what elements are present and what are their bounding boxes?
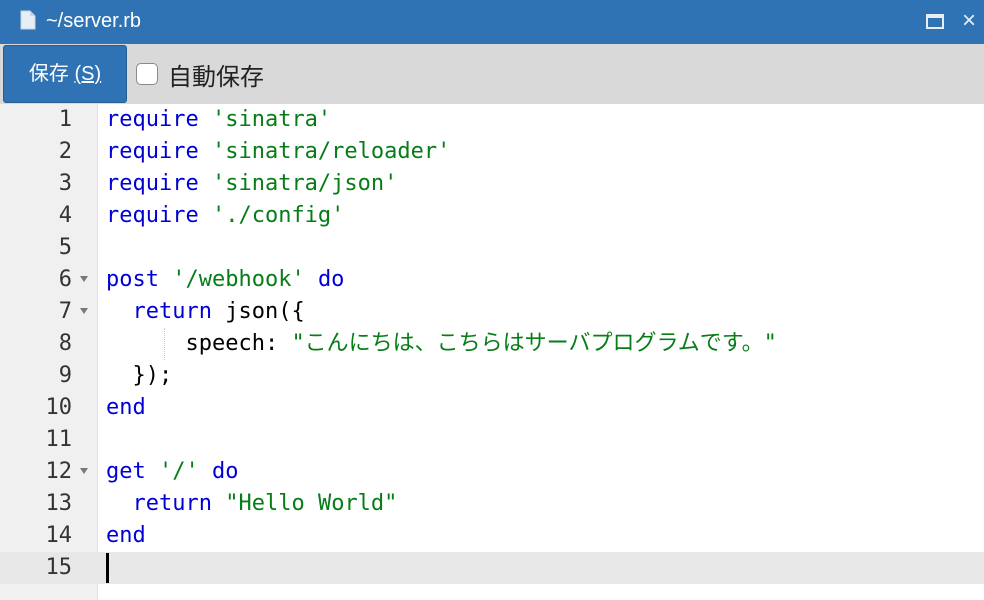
line-number: 11 — [45, 427, 73, 452]
string-token: 'sinatra/reloader' — [211, 139, 451, 164]
code-line[interactable]: 3 require 'sinatra/json' — [0, 168, 984, 200]
code-line[interactable]: 6 post '/webhook' do — [0, 264, 984, 296]
code-text: speech: "こんにちは、こちらはサーバプログラムです。" — [106, 328, 777, 360]
close-icon[interactable]: × — [958, 9, 980, 33]
code-text: require 'sinatra' — [106, 104, 331, 136]
code-text: post '/webhook' do — [106, 264, 344, 296]
code-line[interactable]: 4 require './config' — [0, 200, 984, 232]
keyword-token: end — [106, 523, 146, 548]
keyword-token: require — [106, 107, 199, 132]
code-text: end — [106, 392, 146, 424]
save-button-label: 保存 — [28, 63, 75, 85]
line-number: 5 — [58, 235, 72, 260]
code-line[interactable]: 14 end — [0, 520, 984, 552]
string-token: 'sinatra/json' — [211, 171, 398, 196]
code-line[interactable]: 12 get '/' do — [0, 456, 984, 488]
plain-token: json({ — [211, 299, 305, 324]
fold-arrow-icon[interactable] — [80, 308, 88, 314]
code-line[interactable]: 10 end — [0, 392, 984, 424]
keyword-token: return — [132, 491, 212, 516]
active-code-line[interactable]: 15 — [0, 552, 984, 584]
code-text: get '/' do — [106, 456, 239, 488]
keyword-token: require — [106, 171, 199, 196]
code-line[interactable]: 2 require 'sinatra/reloader' — [0, 136, 984, 168]
line-number: 1 — [58, 107, 72, 132]
string-token: '/' — [159, 459, 199, 484]
line-number: 7 — [58, 299, 72, 324]
code-text: require 'sinatra/json' — [106, 168, 397, 200]
string-token: '/webhook' — [172, 267, 305, 292]
fold-arrow-icon[interactable] — [80, 468, 88, 474]
code-line[interactable]: 8 speech: "こんにちは、こちらはサーバプログラムです。" — [0, 328, 984, 360]
string-token: './config' — [211, 203, 345, 228]
autosave-toggle[interactable]: 自動保存 — [136, 58, 264, 91]
text-cursor — [106, 553, 109, 583]
keyword-token: return — [132, 299, 212, 324]
autosave-label: 自動保存 — [168, 63, 264, 91]
code-text: }); — [106, 360, 172, 392]
save-button[interactable]: 保存 (S) — [3, 45, 127, 103]
keyword-token: end — [106, 395, 146, 420]
code-text: end — [106, 520, 146, 552]
line-number: 6 — [58, 267, 72, 292]
code-line[interactable]: 11 — [0, 424, 984, 456]
code-text: require './config' — [106, 200, 344, 232]
indent-guide — [164, 328, 165, 360]
line-number: 14 — [45, 523, 73, 548]
line-number: 9 — [58, 363, 72, 388]
code-text: return "Hello World" — [106, 488, 398, 520]
keyword-token: post — [106, 267, 159, 292]
fold-arrow-icon[interactable] — [80, 276, 88, 282]
line-number: 4 — [58, 203, 72, 228]
string-token: "こんにちは、こちらはサーバプログラムです。" — [291, 331, 777, 356]
keyword-token: require — [106, 203, 199, 228]
line-number: 15 — [45, 555, 73, 580]
line-number: 13 — [45, 491, 73, 516]
line-number: 12 — [45, 459, 73, 484]
keyword-token: do — [212, 459, 239, 484]
keyword-token: get — [106, 459, 146, 484]
autosave-checkbox[interactable] — [136, 63, 158, 85]
title-bar: ~/server.rb × — [0, 0, 984, 44]
code-text: return json({ — [106, 296, 305, 328]
keyword-token: do — [317, 267, 345, 292]
keyword-token: require — [106, 139, 199, 164]
line-number: 2 — [58, 139, 72, 164]
code-line[interactable]: 1 require 'sinatra' — [0, 104, 984, 136]
plain-token: }); — [106, 363, 173, 388]
code-editor[interactable]: 1 require 'sinatra' 2 require 'sinatra/r… — [0, 104, 984, 600]
toolbar: 保存 (S) 自動保存 — [0, 44, 984, 104]
string-token: "Hello World" — [225, 491, 398, 516]
plain-token: speech: — [106, 331, 292, 356]
code-text: require 'sinatra/reloader' — [106, 136, 450, 168]
window-title: ~/server.rb — [46, 10, 142, 32]
code-line[interactable]: 9 }); — [0, 360, 984, 392]
line-number: 8 — [58, 331, 72, 356]
line-number: 3 — [58, 171, 72, 196]
file-icon — [20, 10, 36, 30]
code-line[interactable]: 7 return json({ — [0, 296, 984, 328]
code-line[interactable]: 5 — [0, 232, 984, 264]
string-token: 'sinatra' — [211, 107, 332, 132]
line-number: 10 — [45, 395, 73, 420]
code-line[interactable]: 13 return "Hello World" — [0, 488, 984, 520]
save-button-accelerator: (S) — [74, 63, 102, 85]
maximize-icon[interactable] — [925, 12, 945, 32]
